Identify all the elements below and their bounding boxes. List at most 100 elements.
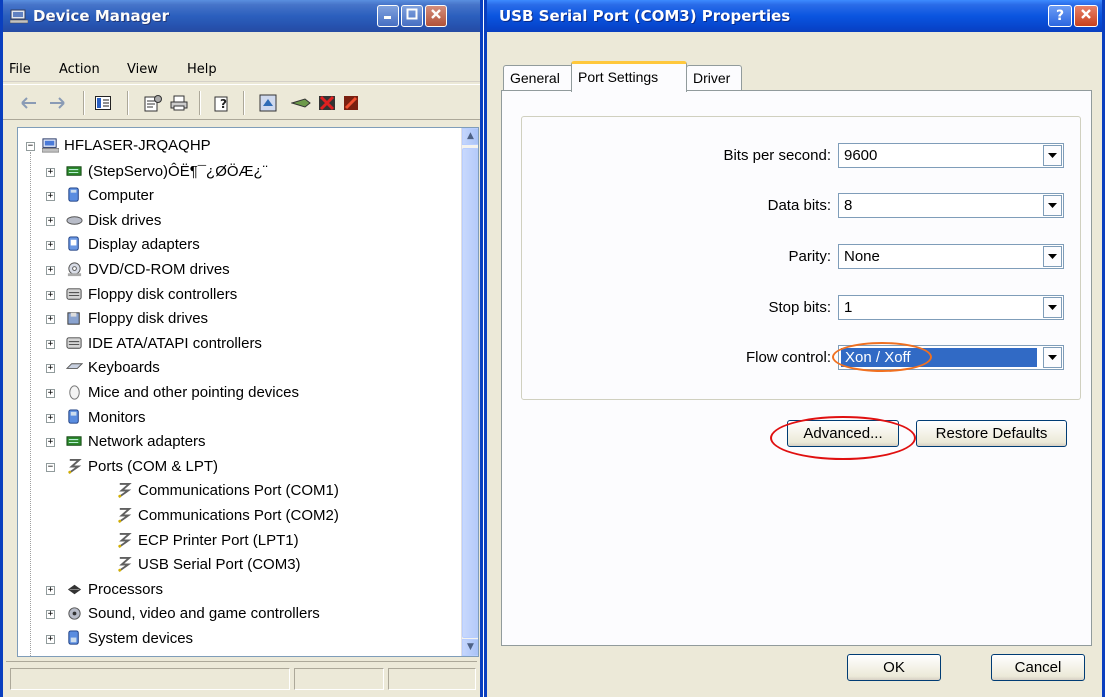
maximize-button[interactable] — [401, 5, 423, 27]
tree-item[interactable]: (StepServo)ÔË¶¯¿ØÖÆ¿¨ — [88, 160, 268, 184]
computer-icon — [68, 187, 79, 202]
expand-icon[interactable]: + — [46, 339, 55, 349]
menu-view[interactable]: View — [127, 62, 158, 77]
stop-bits-select[interactable]: 1 — [838, 295, 1064, 320]
controller-icon — [66, 287, 82, 300]
network-adapter-icon — [66, 436, 82, 446]
scroll-down-button[interactable]: ▼ — [462, 639, 478, 656]
tab-port-settings[interactable]: Port Settings — [571, 61, 687, 92]
help-icon[interactable]: ? — [213, 93, 233, 113]
port-icon — [118, 483, 132, 499]
system-device-icon — [68, 630, 79, 645]
restore-defaults-button[interactable]: Restore Defaults — [916, 420, 1067, 447]
device-tree[interactable]: − HFLASER-JRQAQHP + (StepServo)ÔË¶¯¿ØÖÆ¿¨ + C… — [17, 127, 479, 657]
disable-device-icon[interactable] — [341, 93, 361, 113]
ok-button[interactable]: OK — [847, 654, 941, 681]
device-manager-titlebar[interactable]: Device Manager — [3, 0, 480, 32]
help-button[interactable]: ? — [1048, 5, 1072, 27]
expand-icon[interactable]: + — [46, 290, 55, 300]
status-pane-1 — [10, 668, 290, 690]
tree-item[interactable]: ECP Printer Port (LPT1) — [138, 529, 299, 553]
tree-item[interactable]: Ports (COM & LPT) — [88, 455, 218, 479]
tree-vertical-scrollbar[interactable]: ▲ ▼ — [461, 128, 478, 656]
scroll-up-button[interactable]: ▲ — [462, 128, 478, 145]
chevron-down-icon[interactable] — [1043, 297, 1062, 318]
data-bits-select[interactable]: 8 — [838, 193, 1064, 218]
back-arrow-icon[interactable] — [19, 93, 39, 113]
tree-item[interactable]: Mice and other pointing devices — [88, 381, 299, 405]
bits-per-second-select[interactable]: 9600 — [838, 143, 1064, 168]
tree-item[interactable]: System devices — [88, 627, 193, 651]
print-icon[interactable] — [169, 93, 189, 113]
expand-icon[interactable]: + — [46, 364, 55, 374]
uninstall-icon[interactable] — [317, 93, 337, 113]
properties-titlebar[interactable]: USB Serial Port (COM3) Properties ? — [487, 0, 1102, 32]
parity-label: Parity: — [788, 248, 831, 265]
tree-root-computer[interactable]: HFLASER-JRQAQHP — [64, 134, 211, 158]
expand-icon[interactable]: + — [46, 389, 55, 398]
tree-item[interactable]: Sound, video and game controllers — [88, 602, 320, 626]
scroll-thumb[interactable] — [462, 148, 478, 638]
usb-icon — [66, 655, 83, 657]
controller-icon — [66, 337, 82, 349]
port-icon — [118, 532, 132, 548]
tab-driver[interactable]: Driver — [686, 65, 742, 91]
tree-item[interactable]: Keyboards — [88, 356, 160, 380]
chevron-down-icon[interactable] — [1043, 195, 1062, 216]
tab-general[interactable]: General — [503, 65, 573, 91]
close-button[interactable] — [425, 5, 447, 27]
tree-item[interactable]: Disk drives — [88, 209, 161, 233]
properties-icon[interactable] — [143, 93, 163, 113]
chevron-down-icon[interactable] — [1043, 246, 1062, 267]
device-manager-window: Device Manager File Action View Help ? −… — [0, 0, 483, 697]
tree-item[interactable]: IDE ATA/ATAPI controllers — [88, 332, 262, 356]
chevron-down-icon[interactable] — [1043, 347, 1062, 368]
tree-item[interactable]: Floppy disk drives — [88, 307, 208, 331]
console-tree-icon[interactable] — [93, 93, 113, 113]
expand-icon[interactable]: + — [46, 585, 55, 595]
tree-item[interactable]: Network adapters — [88, 430, 206, 454]
bits-per-second-label: Bits per second: — [723, 147, 831, 164]
flow-control-select[interactable]: Xon / Xoff — [838, 345, 1064, 370]
port-icon — [118, 507, 132, 523]
collapse-root-icon[interactable]: − — [26, 142, 35, 151]
update-driver-icon[interactable] — [291, 93, 311, 113]
svg-text:?: ? — [220, 97, 227, 111]
minimize-button[interactable] — [377, 5, 399, 27]
expand-icon[interactable]: + — [46, 241, 55, 251]
tree-item[interactable]: USB Serial Port (COM3) — [138, 553, 301, 577]
tree-item[interactable]: Floppy disk controllers — [88, 283, 237, 307]
parity-select[interactable]: None — [838, 244, 1064, 269]
tree-item[interactable]: Communications Port (COM2) — [138, 504, 339, 528]
expand-icon[interactable]: + — [46, 167, 55, 177]
tree-item[interactable]: Processors — [88, 578, 163, 602]
scan-hardware-icon[interactable] — [258, 93, 278, 113]
expand-icon[interactable]: + — [46, 266, 55, 275]
expand-icon[interactable]: + — [46, 438, 55, 448]
forward-arrow-icon[interactable] — [47, 93, 67, 113]
expand-icon[interactable]: + — [46, 192, 55, 202]
status-pane-2 — [294, 668, 384, 690]
expand-icon[interactable]: + — [46, 315, 55, 325]
tree-item[interactable]: Display adapters — [88, 233, 200, 257]
expand-icon[interactable]: + — [46, 610, 55, 620]
menu-file[interactable]: File — [9, 62, 31, 77]
collapse-icon[interactable]: − — [46, 462, 55, 472]
dialog-close-button[interactable] — [1074, 5, 1098, 27]
expand-icon[interactable]: + — [46, 216, 55, 226]
keyboard-icon — [66, 363, 83, 370]
chevron-down-icon[interactable] — [1043, 145, 1062, 166]
tree-item[interactable]: Monitors — [88, 406, 146, 430]
tree-item[interactable]: DVD/CD-ROM drives — [88, 258, 230, 282]
advanced-button[interactable]: Advanced... — [787, 420, 899, 447]
expand-icon[interactable]: + — [46, 413, 55, 423]
minimize-icon — [384, 16, 391, 19]
mouse-icon — [69, 385, 80, 400]
menu-action[interactable]: Action — [59, 62, 100, 77]
menu-help[interactable]: Help — [187, 62, 217, 77]
tree-item[interactable]: Communications Port (COM1) — [138, 479, 339, 503]
expand-icon[interactable]: + — [46, 635, 55, 644]
tree-item[interactable]: Computer — [88, 184, 154, 208]
tree-item[interactable]: Universal Serial Bus controllers — [88, 652, 296, 656]
cancel-button[interactable]: Cancel — [991, 654, 1085, 681]
